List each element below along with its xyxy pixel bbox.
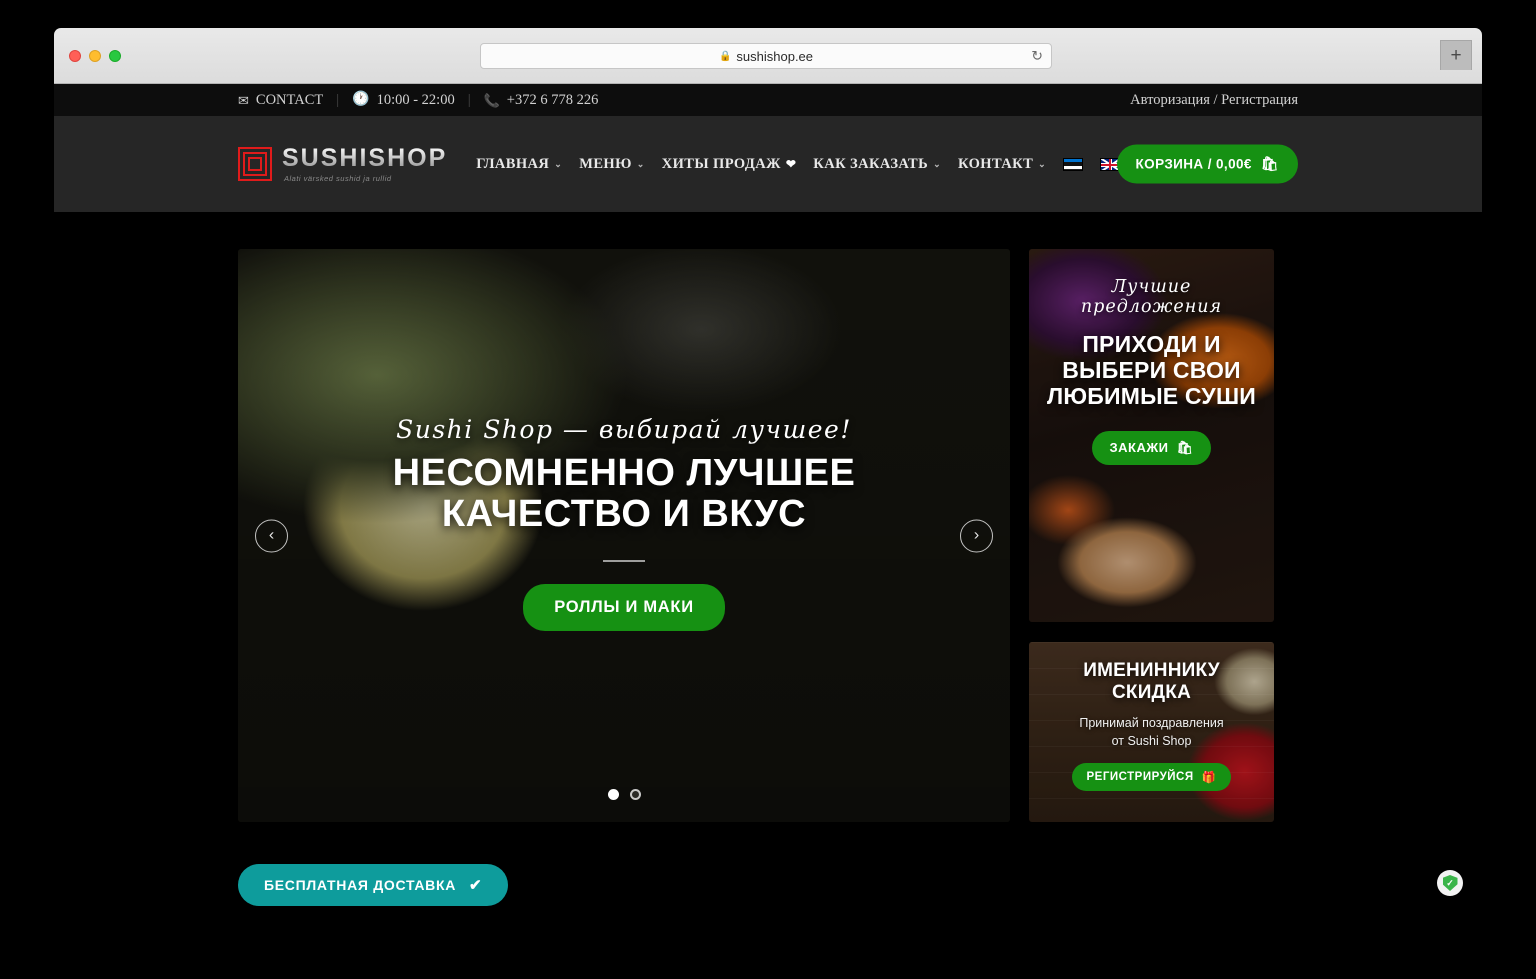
promo-bottom-button-label: РЕГИСТРИРУЙСЯ (1086, 771, 1194, 784)
nav-item-menu[interactable]: МЕНЮ ⌄ (579, 156, 645, 173)
new-tab-button[interactable]: + (1440, 40, 1472, 70)
shopping-bag-icon: 🛍 (1260, 155, 1279, 172)
flag-estonia-icon[interactable] (1063, 157, 1084, 171)
logo-name-part2: SHOP (368, 143, 448, 172)
phone-link[interactable]: 📞 +372 6 778 226 (484, 92, 599, 109)
maximize-window-button[interactable] (109, 49, 121, 62)
lock-icon: 🔒 (718, 50, 732, 62)
main-navigation: ГЛАВНАЯ ⌄ МЕНЮ ⌄ ХИТЫ ПРОДАЖ ❤ КАК ЗАКАЗ… (476, 156, 1121, 173)
heart-icon: ❤ (785, 156, 797, 171)
chevron-down-icon: ⌄ (636, 158, 645, 169)
promo-banner-best-offers[interactable]: Лучшие предложения ПРИХОДИ И ВЫБЕРИ СВОИ… (1029, 249, 1274, 622)
logo-name-part1: SUSHI (282, 143, 369, 172)
cart-label: КОРЗИНА / 0,00€ (1135, 156, 1252, 172)
promo-bottom-sub-line2: от Sushi Shop (1111, 734, 1192, 749)
hero-slider[interactable]: Sushi Shop — выбирай лучшее! НЕСОМНЕННО … (238, 249, 1010, 822)
main-content: Sushi Shop — выбирай лучшее! НЕСОМНЕННО … (54, 212, 1482, 908)
hero-divider (603, 560, 645, 563)
clock-icon: 🕐 (352, 92, 370, 107)
site-logo[interactable]: SUSHISHOP Alati värsked sushid ja rullid (238, 146, 447, 183)
contact-link[interactable]: ✉ CONTACT (238, 92, 323, 109)
trust-badge[interactable]: ✓ (1437, 870, 1463, 896)
promo-banner-birthday-discount[interactable]: ИМЕНИННИКУ СКИДКА Принимай поздравления … (1029, 642, 1274, 822)
hero-headline-line2: КАЧЕСТВО И ВКУС (441, 493, 807, 536)
promo-top-script-line: Лучшие предложения (1080, 277, 1223, 317)
hero-cta-button[interactable]: РОЛЛЫ И МАКИ (523, 584, 725, 632)
nav-item-how-to-order[interactable]: КАК ЗАКАЗАТЬ ⌄ (813, 156, 941, 173)
hero-text-block: Sushi Shop — выбирай лучшее! НЕСОМНЕННО … (238, 415, 1010, 632)
shopping-bag-icon: 🛍 (1176, 439, 1194, 455)
contact-label: CONTACT (255, 91, 324, 108)
promo-top-headline-line3: ЛЮБИМЫЕ СУШИ (1047, 382, 1256, 409)
promo-bottom-headline: ИМЕНИННИКУ СКИДКА (1083, 660, 1220, 703)
auth-link[interactable]: Авторизация / Регистрация (1130, 92, 1298, 109)
reload-icon[interactable]: ↻ (1031, 48, 1043, 65)
nav-label: ГЛАВНАЯ (476, 155, 550, 172)
promo-top-headline-line2: ВЫБЕРИ СВОИ (1062, 356, 1241, 383)
promo-bottom-sub-line1: Принимай поздравления (1079, 716, 1224, 730)
hours-label: 10:00 - 22:00 (376, 91, 455, 108)
promo-sidebar: Лучшие предложения ПРИХОДИ И ВЫБЕРИ СВОИ… (1029, 249, 1274, 822)
address-bar[interactable]: 🔒 sushishop.ee ↻ (480, 43, 1052, 69)
top-info-bar: ✉ CONTACT | 🕐 10:00 - 22:00 | 📞 +372 6 7… (54, 84, 1482, 116)
logo-tagline: Alati värsked sushid ja rullid (284, 173, 392, 183)
promo-top-order-button[interactable]: ЗАКАЖИ 🛍 (1091, 430, 1212, 465)
spiral-logo-icon (238, 147, 272, 181)
topbar-separator-2: | (467, 91, 471, 108)
phone-label: +372 6 778 226 (506, 91, 599, 108)
phone-icon: 📞 (483, 92, 500, 108)
browser-chrome-bar: 🔒 sushishop.ee ↻ + (54, 28, 1482, 84)
url-text: sushishop.ee (736, 48, 814, 64)
hero-script-line: Sushi Shop — выбирай лучшее! (396, 415, 852, 444)
minimize-window-button[interactable] (89, 49, 101, 62)
slider-dot-2[interactable] (629, 789, 641, 800)
promo-bottom-register-button[interactable]: РЕГИСТРИРУЙСЯ 🎁 (1071, 763, 1232, 792)
promo-top-button-label: ЗАКАЖИ (1109, 440, 1169, 456)
window-controls[interactable] (69, 49, 121, 62)
slider-prev-arrow-icon[interactable]: ‹ (255, 519, 288, 552)
promo-top-headline-line1: ПРИХОДИ И (1082, 331, 1221, 357)
free-delivery-label: БЕСПЛАТНАЯ ДОСТАВКА (264, 877, 457, 893)
site-header: SUSHISHOP Alati värsked sushid ja rullid… (54, 116, 1482, 212)
shield-check-icon: ✓ (1442, 875, 1458, 891)
chevron-down-icon: ⌄ (554, 158, 563, 169)
nav-label: КОНТАКТ (958, 155, 1034, 172)
free-delivery-badge[interactable]: БЕСПЛАТНАЯ ДОСТАВКА ✔ (238, 864, 509, 906)
nav-label: КАК ЗАКАЗАТЬ (813, 155, 929, 172)
chevron-down-icon: ⌄ (1038, 158, 1047, 169)
nav-item-contact[interactable]: КОНТАКТ ⌄ (958, 156, 1046, 173)
check-icon: ✔ (469, 877, 483, 894)
slider-next-arrow-icon[interactable]: › (960, 519, 993, 552)
browser-window: 🔒 sushishop.ee ↻ + ✉ CONTACT | 🕐 10:00 -… (54, 28, 1482, 908)
slider-pagination (238, 789, 1010, 800)
close-window-button[interactable] (69, 49, 81, 62)
opening-hours: 🕐 10:00 - 22:00 (352, 92, 455, 109)
hero-headline-line1: НЕСОМНЕННО ЛУЧШЕЕ (392, 452, 856, 494)
topbar-separator-1: | (336, 91, 340, 108)
free-delivery-row: БЕСПЛАТНАЯ ДОСТАВКА ✔ (238, 864, 1298, 906)
nav-label: МЕНЮ (579, 155, 632, 172)
slider-dot-1[interactable] (607, 789, 619, 800)
nav-label: ХИТЫ ПРОДАЖ (661, 155, 781, 172)
cart-button[interactable]: КОРЗИНА / 0,00€ 🛍 (1116, 144, 1298, 184)
envelope-icon: ✉ (238, 92, 249, 108)
chevron-down-icon: ⌄ (933, 158, 942, 169)
nav-item-home[interactable]: ГЛАВНАЯ ⌄ (476, 156, 562, 173)
gift-icon: 🎁 (1201, 772, 1217, 785)
nav-item-bestsellers[interactable]: ХИТЫ ПРОДАЖ ❤ (662, 156, 797, 173)
page-viewport: ✉ CONTACT | 🕐 10:00 - 22:00 | 📞 +372 6 7… (54, 84, 1482, 908)
